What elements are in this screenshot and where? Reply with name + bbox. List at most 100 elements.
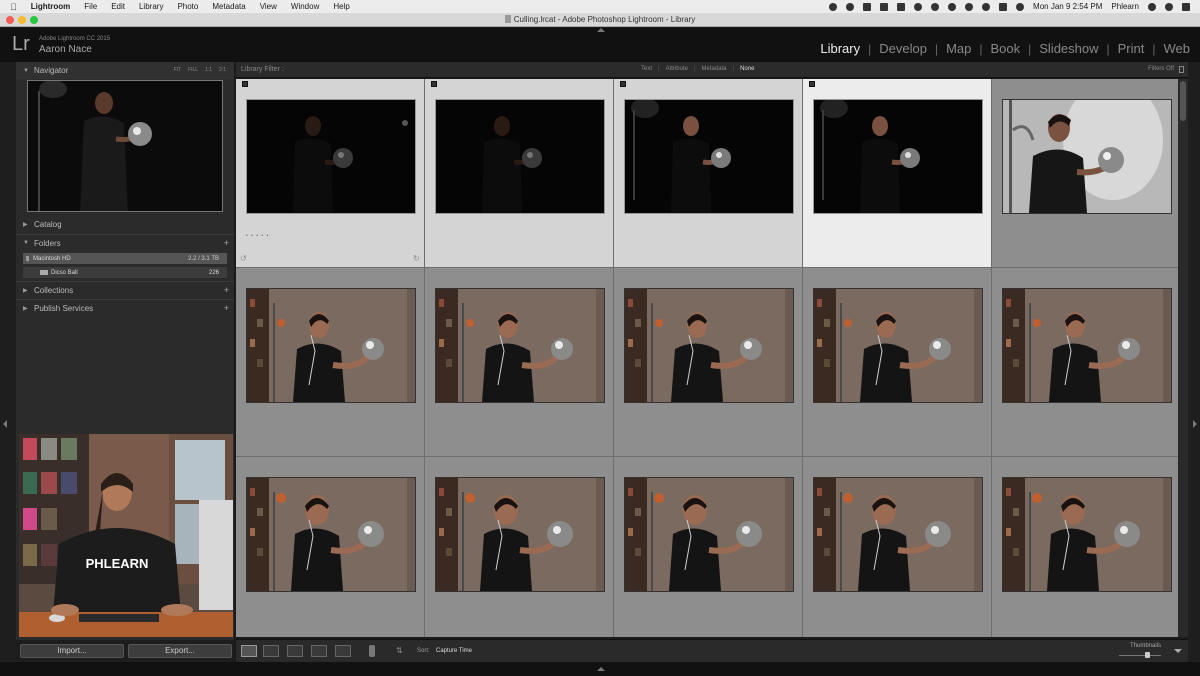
people-view-icon[interactable] <box>335 645 351 657</box>
add-publish-service-icon[interactable]: + <box>224 303 229 313</box>
expand-triangle-icon[interactable]: ▶ <box>23 305 29 312</box>
module-library[interactable]: Library <box>818 41 862 56</box>
metadata-badge-icon[interactable] <box>402 120 408 126</box>
toolbar-menu-icon[interactable] <box>1174 649 1182 653</box>
left-panel-edge[interactable] <box>0 62 16 662</box>
volume-row[interactable]: Macintosh HD 2.2 / 3.1 TB <box>23 253 227 264</box>
volume-icon[interactable] <box>1016 2 1025 11</box>
photo-thumbnail[interactable] <box>624 288 794 403</box>
module-book[interactable]: Book <box>988 41 1022 56</box>
grid-cell[interactable] <box>803 268 992 457</box>
wifi-icon[interactable] <box>982 2 991 11</box>
pick-flag-icon[interactable] <box>431 81 437 87</box>
grid-cell[interactable] <box>425 79 614 268</box>
navigator-preview[interactable] <box>27 80 223 212</box>
user-menu[interactable]: Phlearn <box>1111 2 1139 11</box>
right-panel-toggle-icon[interactable] <box>1193 420 1197 428</box>
photo-thumbnail[interactable] <box>813 99 983 214</box>
menu-edit[interactable]: Edit <box>111 2 125 11</box>
photo-thumbnail[interactable] <box>435 99 605 214</box>
bottom-panel-toggle-icon[interactable] <box>597 667 605 671</box>
menu-file[interactable]: File <box>84 2 97 11</box>
dropbox-icon[interactable] <box>897 2 906 11</box>
filter-attribute[interactable]: Attribute <box>666 66 688 72</box>
thumbnail-size-slider[interactable] <box>1119 655 1161 656</box>
photo-thumbnail[interactable] <box>435 477 605 592</box>
scroll-handle[interactable] <box>1180 81 1186 121</box>
zoom-fit[interactable]: FIT <box>174 67 182 73</box>
grid-cell[interactable] <box>425 457 614 637</box>
painter-spray-icon[interactable] <box>369 645 375 657</box>
record-icon[interactable] <box>829 2 838 11</box>
sort-select[interactable]: Capture Time <box>436 648 472 654</box>
grid-cell[interactable] <box>425 268 614 457</box>
zoom-fill[interactable]: FILL <box>188 67 198 73</box>
module-web[interactable]: Web <box>1162 41 1193 56</box>
filter-text[interactable]: Text <box>641 66 652 72</box>
grid-view-icon[interactable] <box>241 645 257 657</box>
menu-window[interactable]: Window <box>291 2 319 11</box>
compare-view-icon[interactable] <box>287 645 303 657</box>
photo-thumbnail[interactable] <box>246 477 416 592</box>
photo-thumbnail[interactable] <box>1002 99 1172 214</box>
menu-view[interactable]: View <box>260 2 277 11</box>
publish-services-header[interactable]: ▶ Publish Services + <box>16 299 234 316</box>
catalog-header[interactable]: ▶ Catalog <box>16 216 234 233</box>
filter-metadata[interactable]: Metadata <box>702 66 727 72</box>
collapse-triangle-icon[interactable]: ▼ <box>23 68 29 74</box>
module-print[interactable]: Print <box>1116 41 1147 56</box>
menu-help[interactable]: Help <box>333 2 349 11</box>
import-button[interactable]: Import... <box>20 644 124 658</box>
zoom-1-1[interactable]: 1:1 <box>205 67 212 73</box>
module-develop[interactable]: Develop <box>877 41 929 56</box>
photo-thumbnail[interactable] <box>1002 288 1172 403</box>
folders-header[interactable]: ▼ Folders + <box>16 234 234 251</box>
export-button[interactable]: Export... <box>128 644 232 658</box>
menu-photo[interactable]: Photo <box>177 2 198 11</box>
search-icon[interactable] <box>1148 2 1156 11</box>
grid-cell[interactable] <box>236 457 425 637</box>
menu-library[interactable]: Library <box>139 2 163 11</box>
grid-cell[interactable] <box>236 268 425 457</box>
module-map[interactable]: Map <box>944 41 973 56</box>
grid-scrollbar[interactable] <box>1178 79 1188 637</box>
left-panel-toggle-icon[interactable] <box>3 420 7 428</box>
survey-view-icon[interactable] <box>311 645 327 657</box>
add-folder-icon[interactable]: + <box>224 238 229 248</box>
grid-cell[interactable] <box>992 79 1178 268</box>
minimize-window-button[interactable] <box>18 16 26 24</box>
filter-none[interactable]: None <box>740 66 754 72</box>
photo-thumbnail[interactable] <box>624 477 794 592</box>
sync-icon[interactable] <box>931 2 940 11</box>
top-panel-toggle-icon[interactable] <box>597 28 605 32</box>
zoom-2-1[interactable]: 2:1 <box>219 67 226 73</box>
grid-cell[interactable] <box>803 457 992 637</box>
collections-header[interactable]: ▶ Collections + <box>16 281 234 298</box>
bluetooth-icon[interactable] <box>965 2 974 11</box>
photo-thumbnail[interactable] <box>1002 477 1172 592</box>
timemachine-icon[interactable] <box>948 2 957 11</box>
list-icon[interactable] <box>1182 2 1190 11</box>
photo-thumbnail[interactable] <box>246 288 416 403</box>
sort-direction-icon[interactable]: ⇅ <box>396 646 403 655</box>
grid-cell[interactable] <box>614 268 803 457</box>
menu-app[interactable]: Lightroom <box>31 2 71 11</box>
photo-thumbnail[interactable] <box>435 288 605 403</box>
photo-thumbnail[interactable] <box>246 99 416 214</box>
grid-cell[interactable]: • • • • • ↺ ↻ <box>236 79 425 268</box>
photo-thumbnail[interactable] <box>813 477 983 592</box>
airplay-icon[interactable] <box>999 2 1008 11</box>
expand-triangle-icon[interactable]: ▶ <box>23 287 29 294</box>
menu-metadata[interactable]: Metadata <box>212 2 245 11</box>
loupe-view-icon[interactable] <box>263 645 279 657</box>
headphones-icon[interactable] <box>914 2 923 11</box>
thumbnail-size-knob[interactable] <box>1145 652 1150 658</box>
pick-flag-icon[interactable] <box>242 81 248 87</box>
grid-cell[interactable] <box>992 268 1178 457</box>
screen-icon[interactable] <box>846 2 855 11</box>
photo-thumbnail[interactable] <box>624 99 794 214</box>
display-icon[interactable] <box>880 2 889 11</box>
pick-flag-icon[interactable] <box>809 81 815 87</box>
rotate-right-icon[interactable]: ↻ <box>413 254 420 263</box>
lock-icon[interactable] <box>1179 66 1184 73</box>
